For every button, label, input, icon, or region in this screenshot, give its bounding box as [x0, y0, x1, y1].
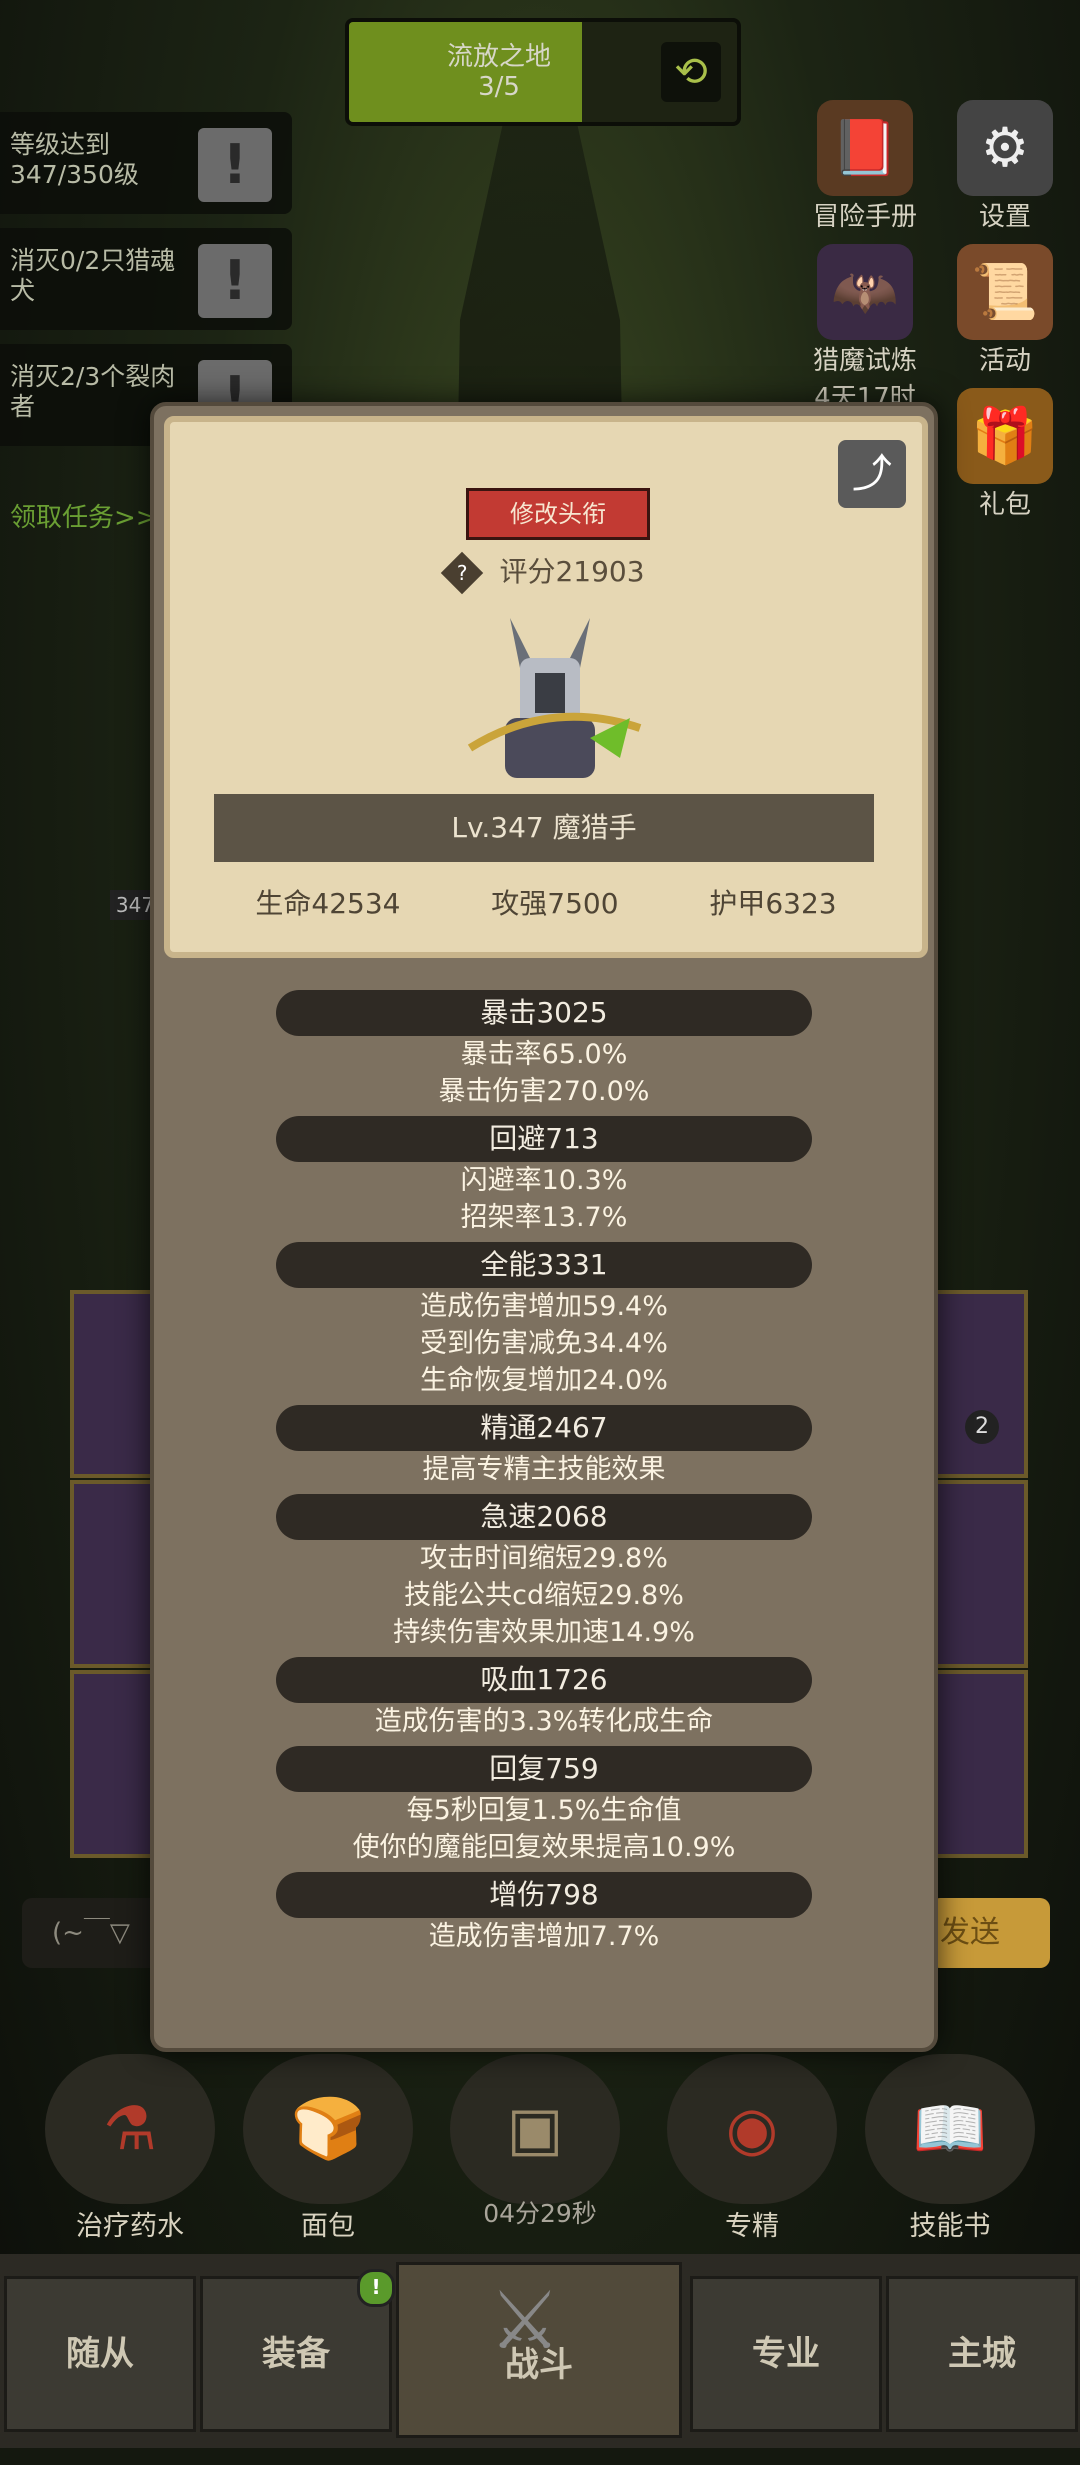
- stat-header-lifesteal: 吸血1726: [276, 1657, 812, 1703]
- armor-stat: 护甲6323: [709, 887, 837, 920]
- main-stats: 生命42534 攻强7500 护甲6323: [210, 882, 882, 922]
- stat-line: 攻击时间缩短29.8%: [420, 1543, 668, 1574]
- stat-header-mastery: 精通2467: [276, 1405, 812, 1451]
- stat-line: 造成伤害增加59.4%: [420, 1291, 668, 1322]
- gift-button[interactable]: 🎁 礼包: [930, 388, 1080, 521]
- stat-line: 提高专精主技能效果: [422, 1454, 666, 1485]
- stat-line: 造成伤害增加7.7%: [428, 1921, 660, 1952]
- skillbook-item[interactable]: 📖 技能书: [865, 2054, 1035, 2243]
- stat-line: 造成伤害的3.3%转化成生命: [374, 1706, 714, 1737]
- tab-city[interactable]: 主城: [886, 2276, 1078, 2432]
- stat-line: 闪避率10.3%: [460, 1165, 628, 1196]
- chest-icon: ▣: [450, 2054, 620, 2204]
- gift-icon: 🎁: [957, 388, 1053, 484]
- level-progress-text: 3/5: [478, 72, 520, 102]
- quest-text: 消灭0/2只猎魂犬: [10, 246, 176, 305]
- spec-item[interactable]: ◉ 专精: [667, 2054, 837, 2243]
- score-text: 评分21903: [499, 555, 645, 588]
- tab-followers[interactable]: 随从: [4, 2276, 196, 2432]
- quest-item[interactable]: 消灭0/2只猎魂犬 !: [0, 228, 292, 330]
- treasure-chest[interactable]: ▣: [450, 2054, 620, 2204]
- share-icon[interactable]: ⤴: [838, 440, 906, 508]
- stat-header-versatility: 全能3331: [276, 1242, 812, 1288]
- item-count-badge: 2: [965, 1410, 999, 1444]
- character-name: Lv.347 魔猎手: [214, 794, 874, 862]
- score-row: ? 评分21903: [170, 550, 922, 595]
- bottom-nav: 随从 装备 ! ⚔ 战斗 专业 主城: [0, 2254, 1080, 2448]
- events-button[interactable]: 📜 活动: [930, 244, 1080, 377]
- bread-item[interactable]: 🍞 面包: [243, 2054, 413, 2243]
- stat-line: 持续伤害效果加速14.9%: [393, 1617, 695, 1648]
- stat-header-dodge: 回避713: [276, 1116, 812, 1162]
- character-stats-popup: 修改头衔 ⤴ ? 评分21903 Lv.347 魔猎手 生命42534 攻强750…: [150, 402, 938, 2052]
- book-icon: 📕: [817, 100, 913, 196]
- stat-header-regen: 回复759: [276, 1746, 812, 1792]
- exclamation-icon: !: [198, 128, 272, 202]
- adventure-manual-label: 冒险手册: [812, 202, 917, 232]
- bread-icon: 🍞: [243, 2054, 413, 2204]
- edit-title-button[interactable]: 修改头衔: [466, 488, 650, 540]
- stat-line: 招架率13.7%: [460, 1202, 628, 1233]
- help-icon[interactable]: ?: [441, 551, 484, 595]
- bread-label: 面包: [301, 2211, 355, 2242]
- chest-timer: 04分29秒: [483, 2199, 597, 2228]
- adventure-manual-button[interactable]: 📕 冒险手册: [790, 100, 940, 233]
- level-name: 流放之地: [446, 42, 551, 72]
- gear-icon: ⚙: [957, 100, 1053, 196]
- gift-label: 礼包: [978, 490, 1031, 520]
- stats-list: 暴击3025 暴击率65.0% 暴击伤害270.0% 回避713 闪避率10.3…: [154, 984, 934, 1955]
- stat-line: 暴击伤害270.0%: [438, 1076, 650, 1107]
- potion-item[interactable]: ⚗ 治疗药水: [45, 2054, 215, 2243]
- stat-line: 生命恢复增加24.0%: [420, 1365, 668, 1396]
- scroll-icon: 📜: [957, 244, 1053, 340]
- exclamation-icon: !: [198, 244, 272, 318]
- events-label: 活动: [978, 346, 1031, 376]
- notification-badge: !: [357, 2269, 395, 2307]
- settings-button[interactable]: ⚙ 设置: [930, 100, 1080, 233]
- skillbook-label: 技能书: [909, 2211, 991, 2242]
- stat-header-damage-bonus: 增伤798: [276, 1872, 812, 1918]
- stat-line: 使你的魔能回复效果提高10.9%: [352, 1832, 736, 1863]
- tab-equipment[interactable]: 装备 !: [200, 2269, 395, 2432]
- demon-trial-label: 猎魔试炼: [812, 346, 917, 376]
- attack-stat: 攻强7500: [491, 887, 619, 920]
- spec-icon: ◉: [667, 2054, 837, 2204]
- demon-wing-icon: 🦇: [817, 244, 913, 340]
- crossed-swords-icon: ⚔: [489, 2274, 561, 2367]
- quest-item[interactable]: 等级达到347/350级 !: [0, 112, 292, 214]
- profile-card: 修改头衔 ⤴ ? 评分21903 Lv.347 魔猎手 生命42534 攻强750…: [164, 416, 928, 958]
- quest-text: 等级达到347/350级: [10, 130, 139, 189]
- stat-line: 每5秒回复1.5%生命值: [406, 1795, 682, 1826]
- hp-stat: 生命42534: [255, 887, 401, 920]
- potion-label: 治疗药水: [76, 2211, 184, 2242]
- tab-profession[interactable]: 专业: [690, 2276, 882, 2432]
- send-button[interactable]: 发送: [930, 1898, 1050, 1968]
- refresh-icon[interactable]: ⟲: [661, 42, 721, 102]
- stat-line: 技能公共cd缩短29.8%: [404, 1580, 684, 1611]
- stat-line: 暴击率65.0%: [460, 1039, 628, 1070]
- skillbook-icon: 📖: [865, 2054, 1035, 2204]
- tab-battle[interactable]: ⚔ 战斗: [396, 2262, 682, 2438]
- spec-label: 专精: [725, 2211, 779, 2242]
- hero-portrait: [467, 618, 642, 778]
- stat-header-crit: 暴击3025: [276, 990, 812, 1036]
- level-progress-bar[interactable]: 流放之地 3/5 ⟲: [345, 18, 741, 126]
- settings-label: 设置: [978, 202, 1031, 232]
- claim-quest-link[interactable]: 领取任务>>: [10, 497, 158, 534]
- tab-equipment-label: 装备: [262, 2334, 330, 2374]
- potion-icon: ⚗: [45, 2054, 215, 2204]
- stat-line: 受到伤害减免34.4%: [420, 1328, 668, 1359]
- stat-header-haste: 急速2068: [276, 1494, 812, 1540]
- demon-trial-button[interactable]: 🦇 猎魔试炼 4天17时: [790, 244, 940, 414]
